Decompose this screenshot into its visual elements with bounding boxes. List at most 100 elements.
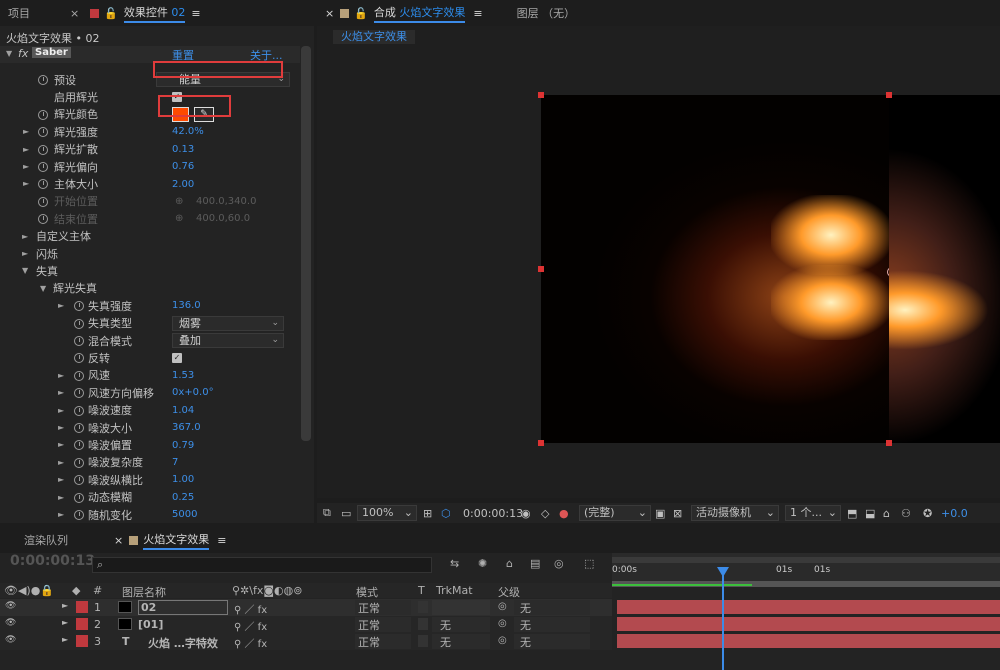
motion-blur-icon[interactable]: ◎: [554, 557, 564, 570]
fx-prop-value[interactable]: 136.0: [172, 300, 201, 311]
transform-handle[interactable]: [886, 92, 892, 98]
lock-icon[interactable]: 🔓: [104, 7, 118, 20]
expand-icon[interactable]: ►: [62, 601, 68, 610]
pick-whip-icon[interactable]: ◎: [498, 618, 507, 629]
layer-row[interactable]: 👁 ► 2 [01] ⚲ ／ fx 正常 无 ◎ 无: [0, 616, 612, 633]
expand-icon[interactable]: ►: [58, 440, 64, 449]
layer-switches[interactable]: ⚲ ／ fx: [234, 601, 267, 616]
pick-whip-icon[interactable]: ◎: [498, 635, 507, 646]
toggle-pixel-icon[interactable]: ⬒: [847, 507, 857, 520]
collapse-icon[interactable]: ▼: [40, 284, 46, 293]
stopwatch-icon[interactable]: [38, 127, 48, 138]
channel-icon[interactable]: ●: [559, 507, 569, 520]
stopwatch-icon[interactable]: [38, 109, 48, 120]
lock-icon[interactable]: 🔓: [354, 7, 368, 20]
label-color-swatch[interactable]: [76, 618, 88, 630]
stopwatch-icon[interactable]: [38, 196, 48, 207]
parent-dropdown[interactable]: 无: [514, 600, 590, 615]
fx-prop-value[interactable]: 1.53: [172, 370, 194, 381]
expand-icon[interactable]: ►: [58, 406, 64, 415]
stopwatch-icon[interactable]: [74, 423, 84, 433]
viewer-sub-tab[interactable]: 火焰文字效果: [333, 30, 415, 44]
panel-menu-icon[interactable]: ≡: [191, 7, 200, 20]
expand-icon[interactable]: ►: [23, 179, 29, 188]
expand-icon[interactable]: ►: [58, 493, 64, 502]
fx-prop-value[interactable]: 0.25: [172, 492, 194, 503]
expand-icon[interactable]: ►: [23, 162, 29, 171]
views-dropdown[interactable]: 1 个... ⌄: [785, 505, 841, 521]
tab-project[interactable]: 项目: [0, 0, 38, 26]
fx-prop-value[interactable]: 367.0: [172, 422, 201, 433]
fx-prop-value[interactable]: 0.13: [172, 144, 194, 155]
stopwatch-icon[interactable]: [74, 405, 84, 416]
expand-icon[interactable]: ►: [58, 423, 64, 432]
stopwatch-icon[interactable]: [74, 336, 84, 346]
snapshot-icon[interactable]: ◉: [521, 507, 531, 520]
expand-icon[interactable]: ►: [23, 145, 29, 154]
transparency-grid-icon[interactable]: ⊠: [673, 507, 682, 520]
reset-exposure-icon[interactable]: ⬓: [865, 507, 875, 520]
shy-icon[interactable]: ⌂: [506, 557, 513, 570]
stopwatch-icon[interactable]: [74, 492, 84, 503]
layer-name[interactable]: 火焰 …字特效: [148, 635, 218, 651]
layer-duration-bar[interactable]: [617, 617, 1000, 631]
fx-prop-value[interactable]: 42.0%: [172, 126, 204, 137]
layer-duration-bar[interactable]: [617, 634, 1000, 648]
blend-mode-dropdown[interactable]: 叠加 ⌄: [172, 333, 284, 348]
collapse-icon[interactable]: ▼: [22, 266, 28, 275]
time-ruler[interactable]: 0:00s 01s 01s: [612, 553, 1000, 587]
visibility-icon[interactable]: 👁: [5, 635, 16, 645]
tab-layer[interactable]: 图层 （无）: [509, 0, 584, 26]
show-snapshot-icon[interactable]: ◇: [541, 507, 549, 520]
quality-dropdown[interactable]: (完整) ⌄: [579, 505, 651, 521]
comp-mini-flowchart-icon[interactable]: ⇆: [450, 557, 459, 570]
crosshair-icon[interactable]: ⊕: [175, 196, 183, 207]
label-color-swatch[interactable]: [76, 601, 88, 613]
layer-name[interactable]: [01]: [138, 618, 163, 631]
collapse-icon[interactable]: ▼: [6, 49, 12, 58]
expand-icon[interactable]: ►: [58, 371, 64, 380]
preserve-transparency-toggle[interactable]: [418, 635, 428, 647]
exposure-icon[interactable]: ✪: [923, 507, 932, 520]
stopwatch-icon[interactable]: [38, 75, 48, 85]
composition-canvas[interactable]: [541, 95, 889, 443]
scrollbar[interactable]: [301, 46, 311, 441]
timecode-display[interactable]: 0:00:00:13: [463, 507, 523, 520]
transform-handle[interactable]: [538, 92, 544, 98]
playhead[interactable]: [722, 571, 724, 670]
fx-prop-value[interactable]: 7: [172, 457, 178, 468]
dist-type-dropdown[interactable]: 烟雾 ⌄: [172, 315, 284, 331]
stopwatch-icon[interactable]: [74, 440, 84, 451]
checkbox[interactable]: ✓: [172, 353, 182, 364]
stopwatch-icon[interactable]: [38, 162, 48, 172]
panel-menu-icon[interactable]: ≡: [217, 534, 226, 547]
visibility-icon[interactable]: 👁: [5, 601, 16, 611]
work-area-bar[interactable]: [612, 557, 1000, 563]
tab-composition[interactable]: × 🔓 合成 火焰文字效果 ≡: [317, 0, 491, 26]
fx-prop-value[interactable]: 5000: [172, 509, 197, 520]
expand-icon[interactable]: ►: [23, 127, 29, 136]
stopwatch-icon[interactable]: [74, 318, 84, 329]
expand-icon[interactable]: ►: [62, 635, 68, 644]
fast-preview-icon[interactable]: ⌂: [883, 507, 890, 520]
fx-prop-value[interactable]: 1.04: [172, 405, 194, 416]
column-layer-name[interactable]: 图层名称: [122, 584, 166, 600]
tab-render-queue[interactable]: 渲染队列: [16, 527, 76, 553]
transform-handle[interactable]: [886, 440, 892, 446]
expand-icon[interactable]: ►: [58, 510, 64, 519]
fx-prop-value[interactable]: 2.00: [172, 179, 194, 190]
stopwatch-icon[interactable]: [74, 457, 84, 468]
stopwatch-icon[interactable]: [74, 370, 84, 381]
stopwatch-icon[interactable]: [38, 214, 48, 225]
stopwatch-icon[interactable]: [74, 353, 84, 364]
anchor-point-icon[interactable]: [837, 227, 889, 331]
stopwatch-icon[interactable]: [74, 510, 84, 520]
tab-timeline-comp[interactable]: × 火焰文字效果 ≡: [106, 527, 234, 553]
fx-prop-position-value[interactable]: 400.0,340.0: [196, 196, 256, 207]
layer-name[interactable]: 02: [138, 600, 228, 615]
stopwatch-icon[interactable]: [38, 179, 48, 190]
stopwatch-icon[interactable]: [74, 388, 84, 399]
close-icon[interactable]: ×: [70, 7, 79, 20]
zoom-dropdown[interactable]: 100% ⌄: [357, 505, 417, 521]
region-of-interest-icon[interactable]: ▣: [655, 507, 665, 520]
